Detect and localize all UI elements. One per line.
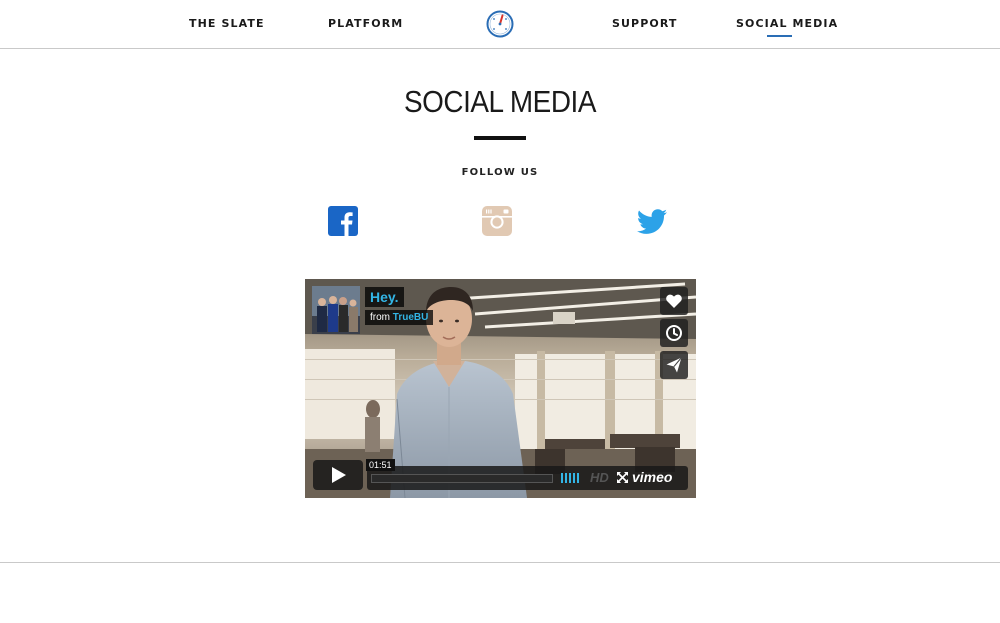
compass-gauge-icon[interactable] [486,10,514,38]
video-byline: from TrueBU [365,310,434,325]
nav-item-support[interactable]: SUPPORT [612,17,678,30]
share-icon [666,357,682,373]
byline-prefix: from [370,312,390,323]
channel-thumbnail[interactable] [312,286,360,334]
share-button[interactable] [660,351,688,379]
video-controls-bar: HD vimeo [367,466,688,490]
follow-us-label: FOLLOW US [461,167,539,178]
video-title[interactable]: Hey. [365,287,404,307]
vimeo-logo-link[interactable]: vimeo [632,469,672,485]
video-player[interactable]: Hey. from TrueBU HD vimeo 01:51 [305,279,696,498]
current-time-tooltip: 01:51 [366,459,395,471]
instagram-icon[interactable] [481,205,513,237]
hd-toggle[interactable]: HD [590,470,609,485]
active-nav-indicator [767,35,792,37]
nav-item-the-slate[interactable]: THE SLATE [189,17,265,30]
title-divider [474,136,526,140]
nav-item-social-media[interactable]: SOCIAL MEDIA [736,17,838,30]
watch-later-icon [666,325,682,341]
footer-divider [0,562,1000,563]
watch-later-button[interactable] [660,319,688,347]
play-icon [332,467,346,483]
page-title: SOCIAL MEDIA [403,84,597,119]
like-button[interactable] [660,287,688,315]
nav-item-platform[interactable]: PLATFORM [328,17,403,30]
play-button[interactable] [313,460,363,490]
byline-user-link[interactable]: TrueBU [393,312,429,323]
fullscreen-icon[interactable] [617,472,628,483]
top-navigation: THE SLATE PLATFORM SUPPORT SOCIAL MEDIA [0,0,1000,49]
volume-icon [561,473,579,483]
team-photo-image [312,286,360,334]
facebook-icon[interactable] [327,205,359,237]
twitter-icon[interactable] [636,205,668,237]
progress-bar[interactable] [371,474,553,483]
like-icon [666,294,682,308]
